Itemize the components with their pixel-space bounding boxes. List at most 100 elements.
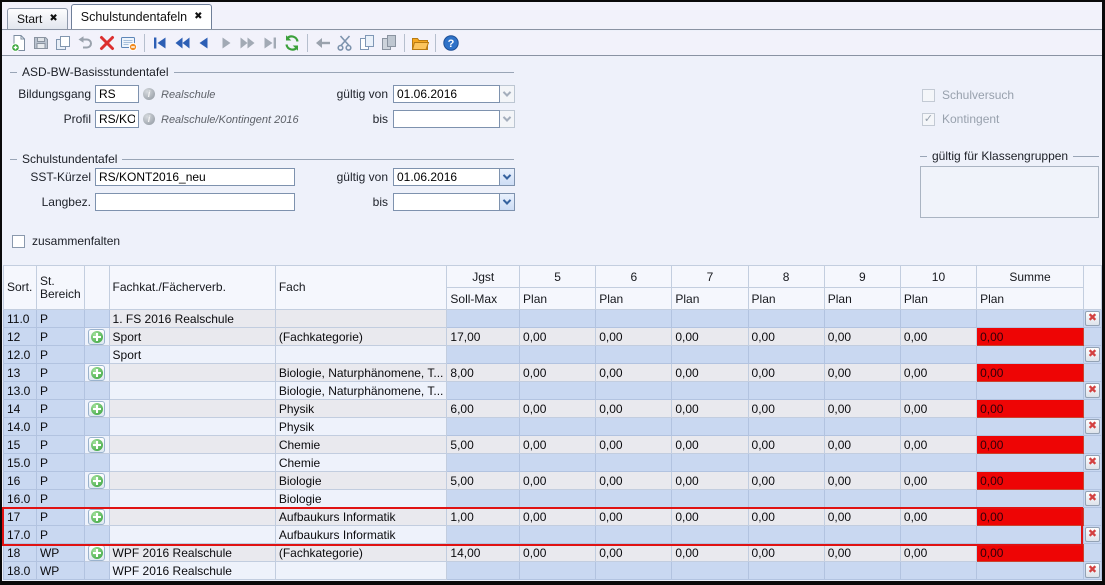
cell-soll-max[interactable]: 6,00 [447,400,520,418]
delete-button[interactable] [96,32,118,54]
add-row-button[interactable] [88,437,105,453]
cell-plan-8[interactable]: 0,00 [748,328,824,346]
cell-plan-5[interactable]: 0,00 [520,328,596,346]
cell-plan-9[interactable]: 0,00 [824,472,900,490]
cell-plan-5[interactable]: 0,00 [520,508,596,526]
cell-plan-7[interactable]: 0,00 [672,544,748,562]
edit-table-button[interactable] [118,32,140,54]
kontingent-checkbox[interactable]: ✓ Kontingent [922,112,999,126]
table-row-15[interactable]: 15PChemie5,000,000,000,000,000,000,000,0… [4,436,1102,454]
table-row-14.0[interactable]: 14.0PPhysik✖ [4,418,1102,436]
cell-plan-10[interactable]: 0,00 [900,508,976,526]
cell-soll-max[interactable]: 8,00 [447,364,520,382]
langbez-input[interactable] [95,193,295,211]
add-row-button[interactable] [88,545,105,561]
folder-button[interactable] [409,32,431,54]
delete-row-button[interactable]: ✖ [1085,563,1100,578]
basis-bis-value[interactable] [393,110,500,128]
kontingent-checkbox-box[interactable]: ✓ [922,113,935,126]
cell-plan-6[interactable]: 0,00 [596,472,672,490]
add-row-button[interactable] [88,401,105,417]
zusammenfalten-checkbox-box[interactable] [12,235,25,248]
delete-row-button[interactable]: ✖ [1085,527,1100,542]
table-row-12.0[interactable]: 12.0PSport✖ [4,346,1102,364]
cell-plan-6[interactable]: 0,00 [596,544,672,562]
tab-start-close-icon[interactable]: ✖ [49,14,57,24]
cell-plan-9[interactable]: 0,00 [824,508,900,526]
cell-soll-max[interactable]: 14,00 [447,544,520,562]
basis-bis-dropdown-button[interactable] [500,110,515,128]
delete-row-button[interactable]: ✖ [1085,383,1100,398]
schulversuch-checkbox-box[interactable] [922,89,935,102]
cell-plan-7[interactable]: 0,00 [672,364,748,382]
cell-plan-8[interactable]: 0,00 [748,544,824,562]
cell-plan-6[interactable]: 0,00 [596,508,672,526]
basis-gueltig-von-dropdown-button[interactable] [500,85,515,103]
table-row-12[interactable]: 12PSport(Fachkategorie)17,000,000,000,00… [4,328,1102,346]
cell-plan-5[interactable]: 0,00 [520,436,596,454]
cell-plan-9[interactable]: 0,00 [824,328,900,346]
table-row-13.0[interactable]: 13.0PBiologie, Naturphänomene, T...✖ [4,382,1102,400]
cell-soll-max[interactable]: 5,00 [447,436,520,454]
table-row-17[interactable]: 17PAufbaukurs Informatik1,000,000,000,00… [4,508,1102,526]
cell-plan-6[interactable]: 0,00 [596,328,672,346]
delete-row-button[interactable]: ✖ [1085,347,1100,362]
cell-summe[interactable]: 0,00 [977,508,1084,526]
tab-schulstundentafeln-close-icon[interactable]: ✖ [194,12,202,22]
tab-start[interactable]: Start ✖ [7,8,68,29]
copy-button[interactable] [356,32,378,54]
table-row-18.0[interactable]: 18.0WPWPF 2016 Realschule✖ [4,562,1102,580]
sst-kuerzel-input[interactable] [95,168,295,186]
cell-plan-7[interactable]: 0,00 [672,400,748,418]
cell-plan-7[interactable]: 0,00 [672,508,748,526]
cell-plan-5[interactable]: 0,00 [520,400,596,418]
cell-plan-6[interactable]: 0,00 [596,400,672,418]
delete-row-button[interactable]: ✖ [1085,455,1100,470]
klassengruppen-box[interactable] [920,166,1099,218]
cell-soll-max[interactable]: 5,00 [447,472,520,490]
add-row-button[interactable] [88,365,105,381]
sst-bis-dropdown-button[interactable] [500,193,515,211]
sst-bis-value[interactable] [393,193,500,211]
cell-summe[interactable]: 0,00 [977,328,1084,346]
cell-summe[interactable]: 0,00 [977,544,1084,562]
duplicate-button[interactable] [52,32,74,54]
help-button[interactable]: ? [440,32,462,54]
tab-schulstundentafeln[interactable]: Schulstundentafeln ✖ [71,4,213,29]
add-row-button[interactable] [88,509,105,525]
cell-plan-5[interactable]: 0,00 [520,364,596,382]
basis-gueltig-von-value[interactable]: 01.06.2016 [393,85,500,103]
table-row-14[interactable]: 14PPhysik6,000,000,000,000,000,000,000,0… [4,400,1102,418]
cell-summe[interactable]: 0,00 [977,436,1084,454]
cell-summe[interactable]: 0,00 [977,472,1084,490]
cell-soll-max[interactable]: 17,00 [447,328,520,346]
sst-gueltig-von-dropdown-button[interactable] [500,168,515,186]
cell-plan-8[interactable]: 0,00 [748,364,824,382]
cell-plan-9[interactable]: 0,00 [824,364,900,382]
cell-plan-5[interactable]: 0,00 [520,544,596,562]
cell-plan-9[interactable]: 0,00 [824,436,900,454]
cell-plan-7[interactable]: 0,00 [672,472,748,490]
schulversuch-checkbox[interactable]: Schulversuch [922,88,1014,102]
table-row-13[interactable]: 13PBiologie, Naturphänomene, T...8,000,0… [4,364,1102,382]
table-row-16[interactable]: 16PBiologie5,000,000,000,000,000,000,000… [4,472,1102,490]
zusammenfalten-checkbox[interactable]: zusammenfalten [12,234,120,248]
cell-plan-9[interactable]: 0,00 [824,400,900,418]
cell-plan-7[interactable]: 0,00 [672,436,748,454]
cell-plan-10[interactable]: 0,00 [900,364,976,382]
new-record-button[interactable] [8,32,30,54]
cell-summe[interactable]: 0,00 [977,364,1084,382]
table-row-11.0[interactable]: 11.0P1. FS 2016 Realschule✖ [4,310,1102,328]
cell-plan-8[interactable]: 0,00 [748,508,824,526]
cell-plan-10[interactable]: 0,00 [900,436,976,454]
cell-plan-10[interactable]: 0,00 [900,544,976,562]
add-row-button[interactable] [88,473,105,489]
cell-plan-8[interactable]: 0,00 [748,472,824,490]
previous-record-button[interactable] [193,32,215,54]
cell-plan-10[interactable]: 0,00 [900,472,976,490]
fast-backward-button[interactable] [171,32,193,54]
cell-plan-6[interactable]: 0,00 [596,436,672,454]
table-row-15.0[interactable]: 15.0PChemie✖ [4,454,1102,472]
delete-row-button[interactable]: ✖ [1085,491,1100,506]
table-row-17.0[interactable]: 17.0PAufbaukurs Informatik✖ [4,526,1102,544]
